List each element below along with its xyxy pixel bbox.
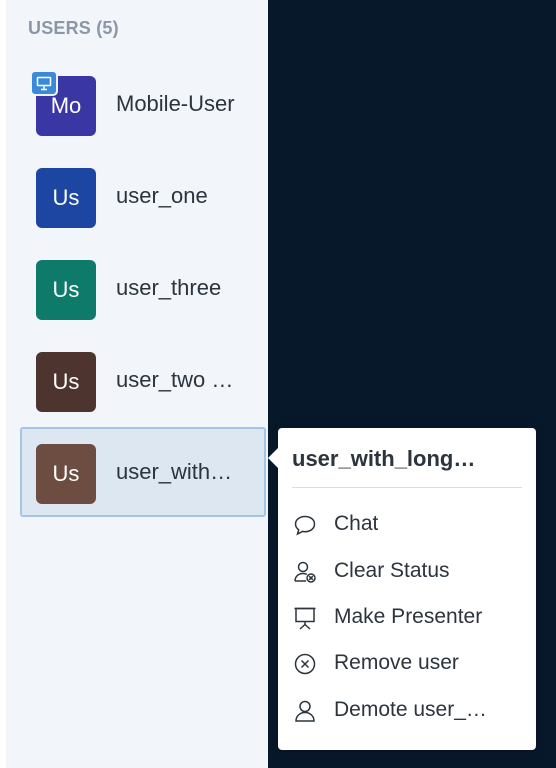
user-name: user_two … bbox=[116, 367, 234, 392]
user-list-item[interactable]: Us user_one bbox=[20, 151, 266, 241]
clear-status-icon bbox=[292, 559, 318, 585]
menu-item-clear-status[interactable]: Clear Status bbox=[278, 550, 536, 592]
menu-item-demote-user[interactable]: Demote user_… bbox=[278, 689, 536, 731]
menu-divider bbox=[292, 487, 522, 488]
menu-item-label: Remove user bbox=[334, 651, 459, 674]
user-actions-menu: user_with_long… Chat Clear Status Make P… bbox=[268, 428, 536, 750]
popup-arrow bbox=[268, 448, 278, 468]
menu-title: user_with_long… bbox=[292, 446, 476, 471]
user-name: user_one bbox=[116, 183, 208, 208]
user-name: user_three bbox=[116, 275, 222, 300]
demote-user-icon bbox=[292, 698, 318, 724]
avatar-initials: Us bbox=[52, 277, 80, 302]
user-avatar: Mo bbox=[30, 70, 96, 136]
avatar-initials: Mo bbox=[50, 93, 82, 118]
presenter-icon bbox=[292, 605, 318, 631]
user-name: user_with… bbox=[116, 459, 233, 484]
remove-user-icon bbox=[292, 651, 318, 677]
user-avatar: Us bbox=[36, 168, 96, 228]
menu-item-make-presenter[interactable]: Make Presenter bbox=[278, 596, 536, 638]
menu-item-label: Demote user_… bbox=[334, 698, 487, 721]
chat-icon bbox=[292, 512, 318, 538]
user-list-item[interactable]: Mo Mobile-User bbox=[20, 59, 266, 149]
users-header: USERS (5) bbox=[28, 18, 119, 38]
users-sidebar: USERS (5) Mo Mobile-User Us user_one Us … bbox=[6, 0, 268, 768]
avatar-initials: Us bbox=[52, 369, 80, 394]
menu-item-remove-user[interactable]: Remove user bbox=[278, 642, 536, 684]
presenter-badge-icon bbox=[30, 70, 58, 96]
user-avatar: Us bbox=[36, 260, 96, 320]
user-list-item[interactable]: Us user_two … bbox=[20, 335, 266, 425]
menu-item-chat[interactable]: Chat bbox=[278, 503, 536, 545]
user-list-item-selected[interactable]: Us user_with… bbox=[20, 427, 266, 517]
menu-item-label: Clear Status bbox=[334, 559, 450, 582]
menu-item-label: Chat bbox=[334, 512, 379, 535]
avatar-initials: Us bbox=[52, 461, 80, 486]
user-avatar: Us bbox=[36, 352, 96, 412]
menu-item-label: Make Presenter bbox=[334, 605, 483, 628]
user-list-item[interactable]: Us user_three bbox=[20, 243, 266, 333]
avatar-initials: Us bbox=[52, 185, 80, 210]
user-name: Mobile-User bbox=[116, 91, 235, 116]
user-avatar: Us bbox=[36, 444, 96, 504]
